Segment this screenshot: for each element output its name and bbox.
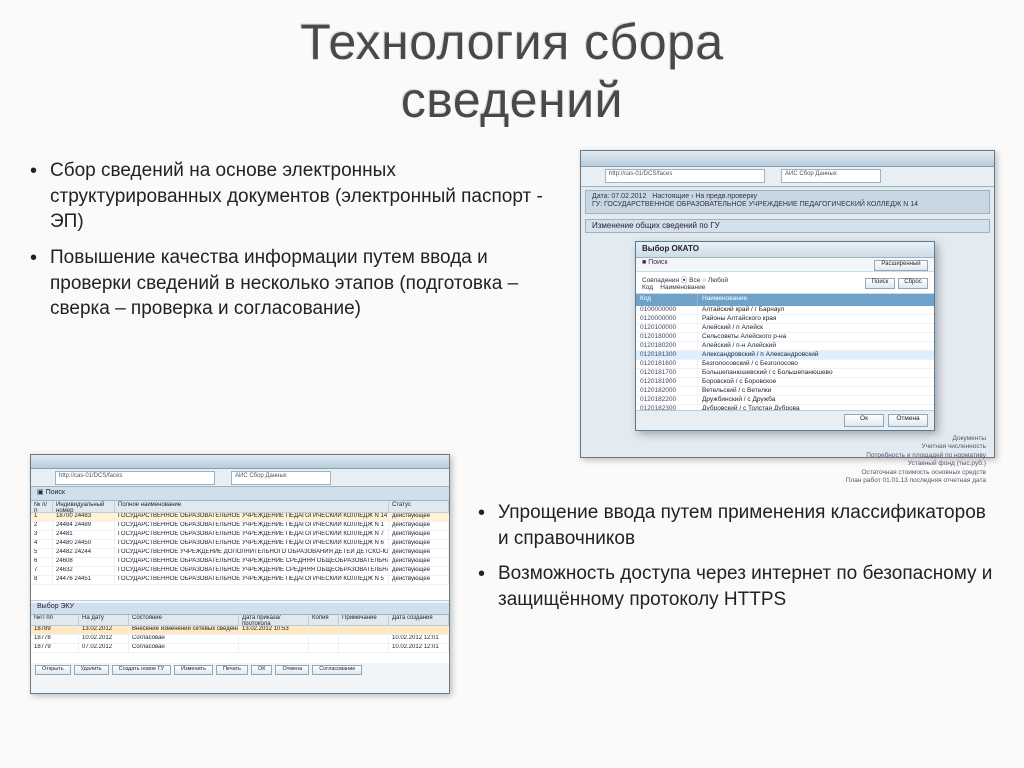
okato-row[interactable]: 0120182200Дружбинский / с Дружба [636, 396, 934, 405]
detail-row[interactable]: 1878913.02.2012Внесение изменений сетевы… [31, 626, 449, 635]
okato-row[interactable]: 0120181600Безголосовский / с Безголосово [636, 360, 934, 369]
okato-row[interactable]: 0120181300Александровский / п Александро… [636, 351, 934, 360]
screenshot-okato: http://cas-01/DCS/faces АИС Сбор Данных … [580, 150, 995, 458]
bullet-left-0: Сбор сведений на основе электронных стру… [22, 158, 562, 235]
table-row[interactable]: 724632ГОСУДАРСТВЕННОЕ ОБРАЗОВАТЕЛЬНОЕ УЧ… [31, 567, 449, 576]
table-row[interactable]: 824476 24451ГОСУДАРСТВЕННОЕ ОБРАЗОВАТЕЛЬ… [31, 576, 449, 585]
url-box: http://cas-01/DCS/faces [605, 169, 765, 183]
action-button-7[interactable]: Согласование [312, 665, 362, 675]
table-row[interactable]: 624608ГОСУДАРСТВЕННОЕ ОБРАЗОВАТЕЛЬНОЕ УЧ… [31, 558, 449, 567]
okato-row[interactable]: 0120000000Районы Алтайского края [636, 315, 934, 324]
bullets-right: Упрощение ввода путем применения классиф… [470, 500, 1000, 623]
reset-button[interactable]: Сброс [898, 278, 928, 289]
detail-grid: №П пп На дату Состояние Дата приказа/про… [31, 615, 449, 663]
okato-row[interactable]: 0120100000Алейский / п Алейск [636, 324, 934, 333]
title-line-1: Технология сбора [300, 14, 724, 70]
action-button-6[interactable]: Отмена [275, 665, 309, 675]
action-button-2[interactable]: Создать новое ГУ [112, 665, 172, 675]
button-row: ОткрытьУдалитьСоздать новое ГУИзменитьПе… [35, 665, 445, 689]
detail-row[interactable]: 1877810.02.2012Согласован10.02.2012 12:0… [31, 635, 449, 644]
table-row[interactable]: 324481ГОСУДАРСТВЕННОЕ ОБРАЗОВАТЕЛЬНОЕ УЧ… [31, 531, 449, 540]
side-labels: ДокументыУчетная численностьПотребность … [786, 435, 986, 486]
tab-chip-2: АИС Сбор Данных [231, 471, 331, 485]
search-button[interactable]: Поиск [865, 278, 895, 289]
expand-button[interactable]: Расширенный [874, 260, 928, 271]
modal-thead: Код Наименование [636, 294, 934, 306]
tab-chip: АИС Сбор Данных [781, 169, 881, 183]
mid-label: Выбор ЭКУ [31, 603, 449, 615]
table-row[interactable]: 224484 24489ГОСУДАРСТВЕННОЕ ОБРАЗОВАТЕЛЬ… [31, 522, 449, 531]
table-row[interactable]: 118700 24483ГОСУДАРСТВЕННОЕ ОБРАЗОВАТЕЛЬ… [31, 513, 449, 522]
screenshot-list: http://cas-01/DCS/faces АИС Сбор Данных … [30, 454, 450, 694]
table-row[interactable]: 424480 24450ГОСУДАРСТВЕННОЕ ОБРАЗОВАТЕЛЬ… [31, 540, 449, 549]
action-button-1[interactable]: Удалить [74, 665, 109, 675]
okato-row[interactable]: 0120180000Сельсоветы Алейского р-на [636, 333, 934, 342]
title-line-2: сведений [401, 72, 623, 128]
bullet-left-1: Повышение качества информации путем ввод… [22, 245, 562, 322]
header-strip: Дата: 07.02.2012 Настоящие › На предв.пр… [585, 190, 990, 214]
action-button-0[interactable]: Открыть [35, 665, 71, 675]
cancel-button[interactable]: Отмена [888, 414, 928, 427]
ok-button[interactable]: Ок [844, 414, 884, 427]
action-button-5[interactable]: ОК [251, 665, 272, 675]
slide-title: Технология сбора сведений [0, 0, 1024, 129]
detail-row[interactable]: 1877907.02.2012Согласован10.02.2012 12:0… [31, 644, 449, 653]
action-button-4[interactable]: Печать [216, 665, 248, 675]
okato-row[interactable]: 0120181900Боровской / с Боровское [636, 378, 934, 387]
action-button-3[interactable]: Изменить [174, 665, 213, 675]
okato-row[interactable]: 0100000000Алтайский край / г Барнаул [636, 306, 934, 315]
search-bar: ▣ Поиск [31, 487, 449, 501]
subtitle: Изменение общих сведений по ГУ [585, 219, 990, 233]
okato-row[interactable]: 0120180200Алейский / п-н Алейский [636, 342, 934, 351]
url-box-2: http://cas-01/DCS/faces [55, 471, 215, 485]
bullet-right-1: Возможность доступа через интернет по бе… [470, 561, 1000, 612]
bullet-right-0: Упрощение ввода путем применения классиф… [470, 500, 1000, 551]
main-grid: № п/п Индивидуальный номер Полное наимен… [31, 501, 449, 601]
bullets-left: Сбор сведений на основе электронных стру… [22, 158, 562, 332]
okato-modal: Выбор ОКАТО ■ Поиск Совпадения ⦿ Все ○ Л… [635, 241, 935, 431]
table-row[interactable]: 524482 24244ГОСУДАРСТВЕННОЕ УЧРЕЖДЕНИЕ Д… [31, 549, 449, 558]
okato-row[interactable]: 0120182000Ветельский / с Ветелки [636, 387, 934, 396]
modal-title: Выбор ОКАТО [636, 242, 934, 258]
okato-row[interactable]: 0120181700Большепанюшевский / с Большепа… [636, 369, 934, 378]
